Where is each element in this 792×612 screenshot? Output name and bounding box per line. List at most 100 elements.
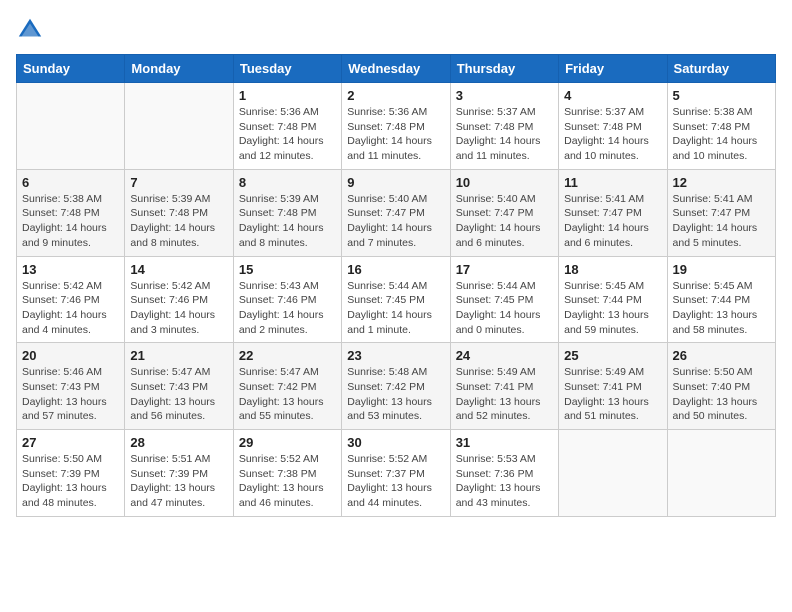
day-number: 18	[564, 262, 661, 277]
day-info: Sunrise: 5:47 AMSunset: 7:43 PMDaylight:…	[130, 365, 227, 424]
day-number: 26	[673, 348, 770, 363]
day-info: Sunrise: 5:36 AMSunset: 7:48 PMDaylight:…	[239, 105, 336, 164]
day-info: Sunrise: 5:39 AMSunset: 7:48 PMDaylight:…	[130, 192, 227, 251]
day-number: 30	[347, 435, 444, 450]
day-number: 9	[347, 175, 444, 190]
day-info: Sunrise: 5:41 AMSunset: 7:47 PMDaylight:…	[564, 192, 661, 251]
calendar-cell: 29 Sunrise: 5:52 AMSunset: 7:38 PMDayligh…	[233, 430, 341, 517]
day-info: Sunrise: 5:51 AMSunset: 7:39 PMDaylight:…	[130, 452, 227, 511]
calendar-cell: 2Sunrise: 5:36 AMSunset: 7:48 PMDaylight…	[342, 83, 450, 170]
day-number: 2	[347, 88, 444, 103]
day-info: Sunrise: 5:52 AMSunset: 7:37 PMDaylight:…	[347, 452, 444, 511]
day-number: 4	[564, 88, 661, 103]
calendar-cell: 8 Sunrise: 5:39 AMSunset: 7:48 PMDaylight…	[233, 169, 341, 256]
calendar-cell	[17, 83, 125, 170]
calendar-cell: 21Sunrise: 5:47 AMSunset: 7:43 PMDayligh…	[125, 343, 233, 430]
calendar-cell: 18 Sunrise: 5:45 AMSunset: 7:44 PMDayligh…	[559, 256, 667, 343]
day-number: 24	[456, 348, 553, 363]
calendar-cell: 11 Sunrise: 5:41 AMSunset: 7:47 PMDayligh…	[559, 169, 667, 256]
calendar-cell: 17Sunrise: 5:44 AMSunset: 7:45 PMDayligh…	[450, 256, 558, 343]
weekday-header-monday: Monday	[125, 55, 233, 83]
day-number: 5	[673, 88, 770, 103]
day-number: 3	[456, 88, 553, 103]
day-info: Sunrise: 5:45 AMSunset: 7:44 PMDaylight:…	[564, 279, 661, 338]
day-info: Sunrise: 5:38 AMSunset: 7:48 PMDaylight:…	[673, 105, 770, 164]
day-info: Sunrise: 5:47 AMSunset: 7:42 PMDaylight:…	[239, 365, 336, 424]
calendar-cell: 28Sunrise: 5:51 AMSunset: 7:39 PMDayligh…	[125, 430, 233, 517]
calendar-cell: 5 Sunrise: 5:38 AMSunset: 7:48 PMDaylight…	[667, 83, 775, 170]
calendar-week-1: 1 Sunrise: 5:36 AMSunset: 7:48 PMDaylight…	[17, 83, 776, 170]
weekday-header-thursday: Thursday	[450, 55, 558, 83]
calendar-cell: 1 Sunrise: 5:36 AMSunset: 7:48 PMDaylight…	[233, 83, 341, 170]
calendar-cell: 10 Sunrise: 5:40 AMSunset: 7:47 PMDayligh…	[450, 169, 558, 256]
weekday-header-row: SundayMondayTuesdayWednesdayThursdayFrid…	[17, 55, 776, 83]
calendar-cell: 22 Sunrise: 5:47 AMSunset: 7:42 PMDayligh…	[233, 343, 341, 430]
day-info: Sunrise: 5:37 AMSunset: 7:48 PMDaylight:…	[564, 105, 661, 164]
day-number: 31	[456, 435, 553, 450]
calendar-cell: 27 Sunrise: 5:50 AMSunset: 7:39 PMDayligh…	[17, 430, 125, 517]
calendar-cell: 20Sunrise: 5:46 AMSunset: 7:43 PMDayligh…	[17, 343, 125, 430]
day-info: Sunrise: 5:44 AMSunset: 7:45 PMDaylight:…	[347, 279, 444, 338]
day-number: 13	[22, 262, 119, 277]
calendar-cell: 24 Sunrise: 5:49 AMSunset: 7:41 PMDayligh…	[450, 343, 558, 430]
day-info: Sunrise: 5:50 AMSunset: 7:39 PMDaylight:…	[22, 452, 119, 511]
day-number: 15	[239, 262, 336, 277]
logo-icon	[16, 16, 44, 44]
day-number: 17	[456, 262, 553, 277]
day-info: Sunrise: 5:40 AMSunset: 7:47 PMDaylight:…	[347, 192, 444, 251]
day-number: 29	[239, 435, 336, 450]
day-info: Sunrise: 5:41 AMSunset: 7:47 PMDaylight:…	[673, 192, 770, 251]
day-info: Sunrise: 5:39 AMSunset: 7:48 PMDaylight:…	[239, 192, 336, 251]
weekday-header-saturday: Saturday	[667, 55, 775, 83]
calendar-cell: 15 Sunrise: 5:43 AMSunset: 7:46 PMDayligh…	[233, 256, 341, 343]
day-number: 12	[673, 175, 770, 190]
calendar-cell: 12 Sunrise: 5:41 AMSunset: 7:47 PMDayligh…	[667, 169, 775, 256]
calendar-cell: 13 Sunrise: 5:42 AMSunset: 7:46 PMDayligh…	[17, 256, 125, 343]
day-number: 11	[564, 175, 661, 190]
day-info: Sunrise: 5:43 AMSunset: 7:46 PMDaylight:…	[239, 279, 336, 338]
day-info: Sunrise: 5:37 AMSunset: 7:48 PMDaylight:…	[456, 105, 553, 164]
calendar-week-5: 27 Sunrise: 5:50 AMSunset: 7:39 PMDayligh…	[17, 430, 776, 517]
day-info: Sunrise: 5:42 AMSunset: 7:46 PMDaylight:…	[22, 279, 119, 338]
day-number: 14	[130, 262, 227, 277]
day-info: Sunrise: 5:45 AMSunset: 7:44 PMDaylight:…	[673, 279, 770, 338]
weekday-header-friday: Friday	[559, 55, 667, 83]
page-header	[16, 16, 776, 44]
calendar-cell: 31 Sunrise: 5:53 AMSunset: 7:36 PMDayligh…	[450, 430, 558, 517]
weekday-header-sunday: Sunday	[17, 55, 125, 83]
day-info: Sunrise: 5:48 AMSunset: 7:42 PMDaylight:…	[347, 365, 444, 424]
calendar-cell	[125, 83, 233, 170]
calendar-cell: 6 Sunrise: 5:38 AMSunset: 7:48 PMDaylight…	[17, 169, 125, 256]
calendar-week-4: 20Sunrise: 5:46 AMSunset: 7:43 PMDayligh…	[17, 343, 776, 430]
calendar-cell	[559, 430, 667, 517]
day-number: 8	[239, 175, 336, 190]
day-info: Sunrise: 5:53 AMSunset: 7:36 PMDaylight:…	[456, 452, 553, 511]
day-number: 19	[673, 262, 770, 277]
logo	[16, 16, 48, 44]
day-number: 16	[347, 262, 444, 277]
day-info: Sunrise: 5:40 AMSunset: 7:47 PMDaylight:…	[456, 192, 553, 251]
calendar-cell: 25 Sunrise: 5:49 AMSunset: 7:41 PMDayligh…	[559, 343, 667, 430]
day-number: 20	[22, 348, 119, 363]
day-info: Sunrise: 5:42 AMSunset: 7:46 PMDaylight:…	[130, 279, 227, 338]
day-number: 25	[564, 348, 661, 363]
day-info: Sunrise: 5:49 AMSunset: 7:41 PMDaylight:…	[564, 365, 661, 424]
day-number: 10	[456, 175, 553, 190]
weekday-header-tuesday: Tuesday	[233, 55, 341, 83]
day-number: 22	[239, 348, 336, 363]
day-number: 23	[347, 348, 444, 363]
calendar-cell: 14 Sunrise: 5:42 AMSunset: 7:46 PMDayligh…	[125, 256, 233, 343]
day-number: 7	[130, 175, 227, 190]
calendar-cell: 7 Sunrise: 5:39 AMSunset: 7:48 PMDaylight…	[125, 169, 233, 256]
day-info: Sunrise: 5:38 AMSunset: 7:48 PMDaylight:…	[22, 192, 119, 251]
day-number: 27	[22, 435, 119, 450]
calendar-cell: 30 Sunrise: 5:52 AMSunset: 7:37 PMDayligh…	[342, 430, 450, 517]
calendar-cell: 19 Sunrise: 5:45 AMSunset: 7:44 PMDayligh…	[667, 256, 775, 343]
calendar-week-3: 13 Sunrise: 5:42 AMSunset: 7:46 PMDayligh…	[17, 256, 776, 343]
calendar-cell: 3 Sunrise: 5:37 AMSunset: 7:48 PMDaylight…	[450, 83, 558, 170]
day-number: 6	[22, 175, 119, 190]
day-info: Sunrise: 5:49 AMSunset: 7:41 PMDaylight:…	[456, 365, 553, 424]
day-info: Sunrise: 5:52 AMSunset: 7:38 PMDaylight:…	[239, 452, 336, 511]
calendar-cell: 9 Sunrise: 5:40 AMSunset: 7:47 PMDaylight…	[342, 169, 450, 256]
day-number: 1	[239, 88, 336, 103]
